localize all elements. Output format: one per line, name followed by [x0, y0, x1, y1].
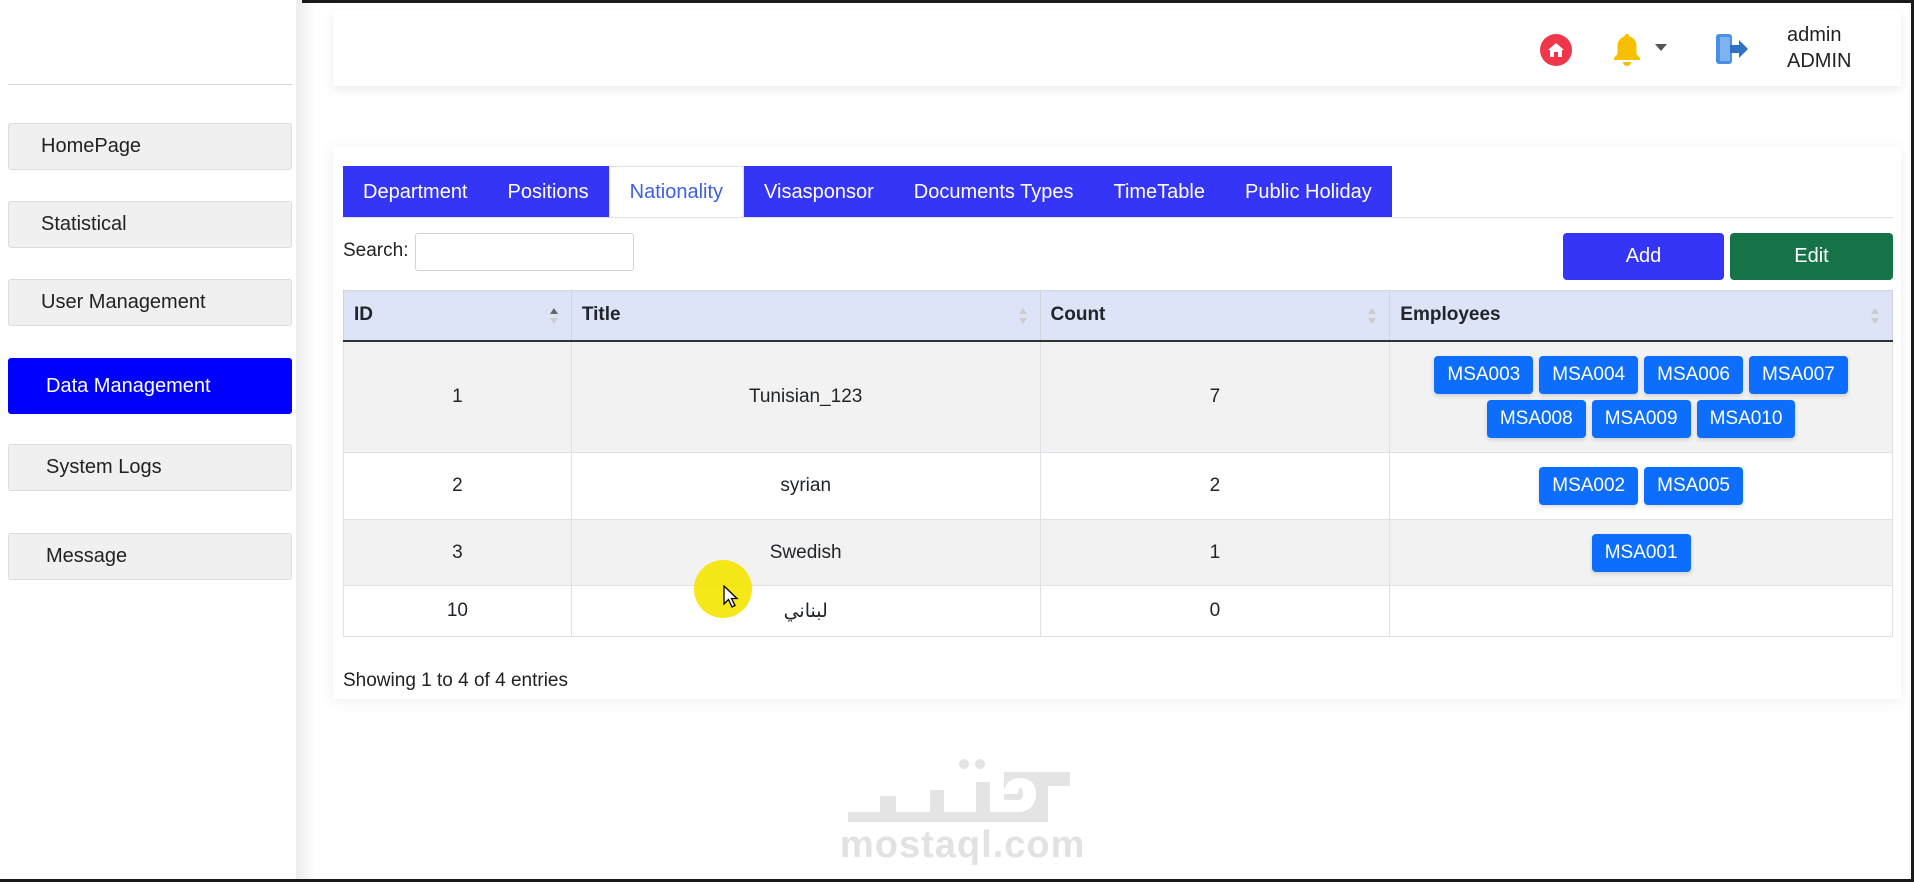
- employee-button[interactable]: MSA006: [1644, 355, 1743, 394]
- tab-label: Documents Types: [913, 180, 1074, 203]
- tab-documents-types[interactable]: Documents Types: [893, 166, 1094, 218]
- tab-timetable[interactable]: TimeTable: [1093, 166, 1225, 218]
- tab-label: Visasponsor: [764, 180, 874, 203]
- tab-nationality[interactable]: Nationality: [608, 166, 745, 218]
- employee-button[interactable]: MSA002: [1539, 467, 1639, 505]
- sidebar-item-label: HomePage: [41, 135, 142, 157]
- sidebar-item-label: System Logs: [46, 456, 162, 478]
- tab-label: Department: [363, 180, 468, 203]
- column-header-count[interactable]: Count: [1039, 290, 1391, 342]
- tab-label: Nationality: [629, 181, 724, 203]
- caret-down-icon[interactable]: [1655, 44, 1667, 51]
- employee-list: MSA003 MSA004 MSA006 MSA007 MSA008 MSA00…: [1390, 355, 1892, 438]
- employee-button[interactable]: MSA004: [1539, 355, 1639, 394]
- cell-title: Swedish: [570, 519, 1041, 586]
- table-row[interactable]: 1 Tunisian_123 7 MSA003 MSA004 MSA006 MS…: [343, 340, 1893, 453]
- cell-count: 2: [1039, 452, 1391, 520]
- add-button[interactable]: Add: [1563, 233, 1724, 280]
- employee-list: MSA002 MSA005: [1390, 467, 1892, 505]
- employee-button[interactable]: MSA007: [1749, 355, 1848, 394]
- sidebar-item-label: Statistical: [41, 213, 127, 235]
- sidebar: HomePage Statistical User Management Dat…: [0, 0, 302, 882]
- sidebar-item-label: Message: [46, 545, 128, 567]
- cell-count: 0: [1039, 585, 1391, 637]
- column-header-label: ID: [354, 304, 373, 326]
- employee-button[interactable]: MSA009: [1591, 399, 1691, 438]
- sidebar-shadow: [296, 0, 316, 882]
- sort-ascending-icon: [549, 308, 558, 324]
- tab-label: Public Holiday: [1244, 180, 1372, 203]
- employee-button[interactable]: MSA001: [1591, 533, 1691, 572]
- tab-department[interactable]: Department: [343, 166, 488, 218]
- cell-employees: MSA002 MSA005: [1389, 452, 1893, 520]
- tabs-divider: [343, 217, 1893, 218]
- sidebar-item-system-logs[interactable]: System Logs: [8, 444, 292, 491]
- table-row[interactable]: 3 Swedish 1 MSA001: [343, 519, 1893, 586]
- search-label: Search:: [343, 240, 409, 261]
- column-header-label: Count: [1050, 304, 1106, 326]
- employee-button[interactable]: MSA008: [1486, 399, 1586, 438]
- cell-id: 1: [343, 340, 572, 453]
- employee-button[interactable]: MSA005: [1644, 467, 1743, 505]
- window-frame-top: [204, 0, 1914, 3]
- tab-positions[interactable]: Positions: [487, 166, 609, 218]
- sidebar-item-homepage[interactable]: HomePage: [8, 123, 292, 170]
- sidebar-item-label: User Management: [41, 291, 206, 313]
- column-header-label: Employees: [1400, 304, 1501, 326]
- table-header-row: ID Title Count Employees: [343, 290, 1893, 342]
- cell-id: 3: [343, 519, 572, 586]
- mouse-pointer-icon: [723, 585, 739, 608]
- home-icon[interactable]: [1540, 34, 1572, 66]
- watermark-logo: [848, 759, 1070, 822]
- column-header-title[interactable]: Title: [570, 290, 1041, 342]
- cell-title: syrian: [570, 452, 1041, 520]
- tab-public-holiday[interactable]: Public Holiday: [1224, 166, 1392, 218]
- sort-icon: [1018, 308, 1027, 324]
- sidebar-divider: [8, 84, 292, 85]
- cell-title: لبناني: [570, 585, 1041, 637]
- bell-icon[interactable]: [1612, 32, 1642, 68]
- cell-title: Tunisian_123: [570, 340, 1041, 453]
- cell-id: 10: [343, 585, 572, 637]
- sidebar-item-user-management[interactable]: User Management: [8, 279, 292, 326]
- user-role: ADMIN: [1787, 50, 1852, 72]
- nationality-table: ID Title Count Employees 1 Tunisian_123 …: [343, 290, 1893, 637]
- column-header-employees[interactable]: Employees: [1389, 290, 1893, 342]
- sort-icon: [1368, 308, 1377, 324]
- tab-bar: Department Positions Nationality Visaspo…: [343, 166, 1392, 218]
- tab-label: Positions: [507, 180, 589, 203]
- column-header-id[interactable]: ID: [343, 290, 572, 342]
- logout-icon[interactable]: [1714, 32, 1750, 66]
- employee-button[interactable]: MSA010: [1696, 399, 1796, 438]
- employee-button[interactable]: MSA003: [1434, 355, 1534, 394]
- table-row[interactable]: 2 syrian 2 MSA002 MSA005: [343, 452, 1893, 520]
- sidebar-item-message[interactable]: Message: [8, 533, 292, 580]
- cell-employees: MSA003 MSA004 MSA006 MSA007 MSA008 MSA00…: [1389, 340, 1893, 453]
- search-input[interactable]: [415, 233, 634, 271]
- sort-icon: [1871, 308, 1879, 324]
- sidebar-item-data-management[interactable]: Data Management: [8, 358, 292, 414]
- tab-visasponsor[interactable]: Visasponsor: [744, 166, 894, 218]
- watermark-text: mostaql.com: [840, 824, 1086, 866]
- user-name: admin: [1787, 24, 1842, 46]
- cell-id: 2: [343, 452, 572, 520]
- cell-count: 1: [1039, 519, 1391, 586]
- sidebar-item-label: Data Management: [46, 374, 211, 397]
- edit-button[interactable]: Edit: [1730, 233, 1893, 280]
- column-header-label: Title: [581, 304, 621, 326]
- sidebar-item-statistical[interactable]: Statistical: [8, 201, 292, 248]
- table-row[interactable]: 10 لبناني 0: [343, 585, 1893, 637]
- employee-list: MSA001: [1390, 533, 1892, 572]
- cell-employees: MSA001: [1389, 519, 1893, 586]
- cell-count: 7: [1039, 340, 1391, 453]
- tab-label: TimeTable: [1113, 180, 1205, 203]
- cell-employees: [1389, 585, 1893, 637]
- table-info: Showing 1 to 4 of 4 entries: [343, 670, 568, 691]
